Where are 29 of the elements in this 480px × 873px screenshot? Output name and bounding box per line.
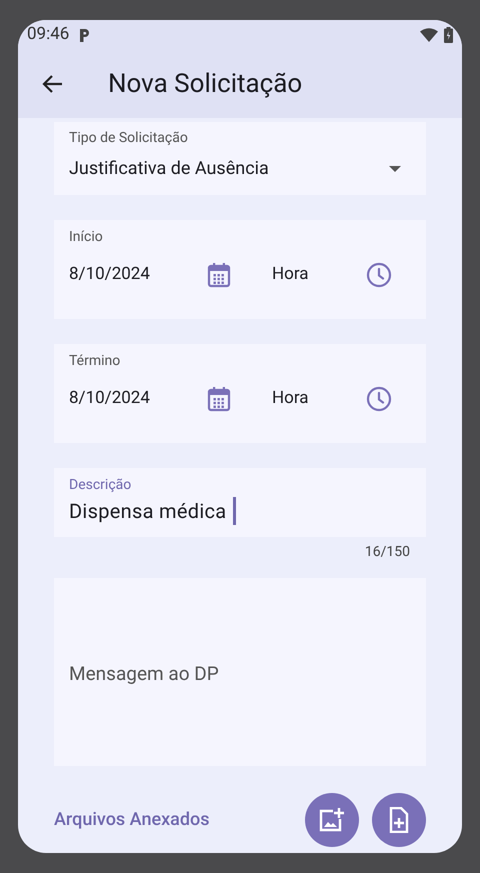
calendar-icon[interactable]	[207, 262, 231, 288]
request-type-dropdown[interactable]: Tipo de Solicitação Justificativa de Ausência	[54, 122, 426, 195]
attachments-heading: Arquivos Anexados	[54, 808, 210, 832]
field-label: Tipo de Solicitação	[69, 129, 189, 147]
field-label: Descrição	[69, 476, 132, 494]
add-image-icon	[318, 807, 346, 833]
message-field[interactable]: Mensagem ao DP	[54, 578, 426, 766]
add-file-icon	[389, 807, 409, 833]
field-value: Dispensa médica	[69, 498, 226, 525]
clock-icon[interactable]	[366, 386, 392, 412]
time-placeholder[interactable]: Hora	[272, 262, 366, 288]
description-field[interactable]: Descrição Dispensa médica	[54, 468, 426, 537]
date-value[interactable]: 8/10/2024	[69, 386, 207, 412]
page-title: Nova Solicitação	[108, 68, 302, 100]
add-image-button[interactable]	[305, 793, 359, 847]
dropdown-caret-icon	[389, 166, 401, 172]
field-label: Início	[69, 228, 104, 246]
status-time: 09:46	[27, 23, 70, 46]
parking-icon	[78, 28, 90, 42]
time-placeholder[interactable]: Hora	[272, 386, 366, 412]
date-value[interactable]: 8/10/2024	[69, 262, 207, 288]
clock-icon[interactable]	[366, 262, 392, 288]
battery-icon	[444, 27, 453, 43]
calendar-icon[interactable]	[207, 386, 231, 412]
wifi-icon	[420, 28, 438, 42]
character-counter: 16/150	[364, 543, 410, 561]
field-value: Justificativa de Ausência	[69, 157, 269, 181]
field-label: Término	[69, 352, 122, 370]
add-file-button[interactable]	[372, 793, 426, 847]
